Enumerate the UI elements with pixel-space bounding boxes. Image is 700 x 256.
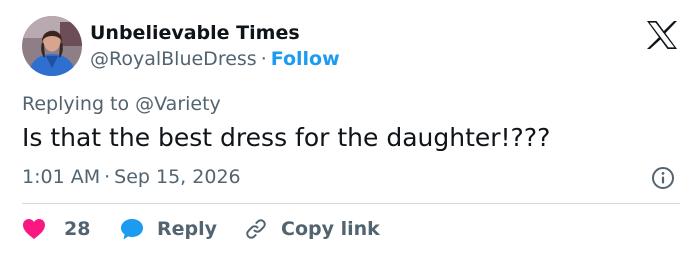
info-icon[interactable]	[651, 166, 675, 190]
link-icon	[246, 219, 266, 239]
like-button[interactable]: 28	[22, 216, 90, 242]
reply-mention-link[interactable]: @Variety	[135, 93, 221, 115]
avatar[interactable]	[22, 16, 82, 76]
author-display-name[interactable]: Unbelievable Times	[90, 22, 300, 44]
tweet-card: Unbelievable Times @RoyalBlueDress · Follo…	[0, 0, 700, 256]
speech-bubble-icon	[121, 219, 143, 240]
x-logo-icon[interactable]	[646, 20, 678, 50]
copy-link-button[interactable]: Copy link	[244, 216, 380, 242]
author-handle[interactable]: @RoyalBlueDress	[90, 48, 257, 70]
heart-icon	[23, 219, 45, 239]
tweet-text: Is that the best dress for the daughter!…	[22, 123, 551, 152]
tweet-time: 1:01 AM	[22, 166, 101, 188]
copy-link-label: Copy link	[281, 218, 380, 240]
replying-to: Replying to @Variety	[22, 93, 221, 115]
tweet-timestamp[interactable]: 1:01 AM · Sep 15, 2026	[22, 166, 241, 188]
like-count: 28	[64, 218, 91, 240]
author-handle-row: @RoyalBlueDress · Follow	[90, 48, 340, 70]
divider	[22, 203, 680, 204]
avatar-photo	[22, 16, 82, 76]
tweet-date: Sep 15, 2026	[114, 166, 241, 188]
timestamp-separator: ·	[104, 166, 111, 188]
handle-separator: ·	[260, 48, 267, 70]
follow-button[interactable]: Follow	[271, 48, 340, 70]
reply-label: Reply	[157, 218, 218, 240]
reply-button[interactable]: Reply	[120, 216, 217, 242]
replying-to-prefix: Replying to	[22, 93, 136, 115]
